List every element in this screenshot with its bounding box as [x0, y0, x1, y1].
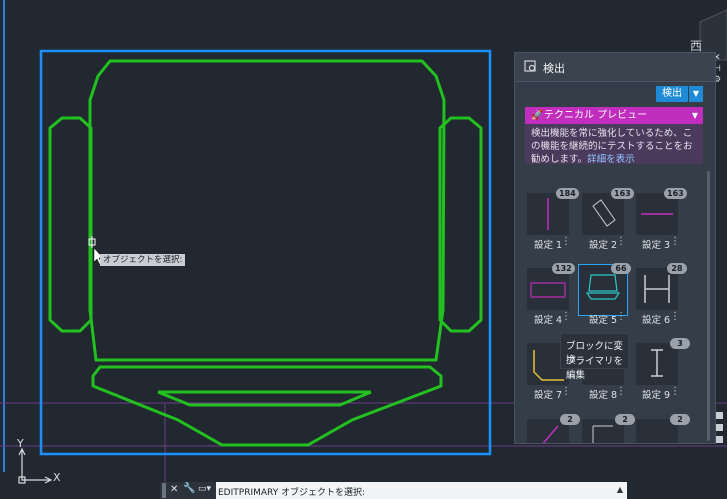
- ucs-y-label: Y: [17, 437, 24, 450]
- set-label-9: 設定 9: [642, 390, 671, 401]
- command-line-controls: ✕ 🔧 ▭▾: [160, 482, 216, 499]
- set-count-badge-1: 184: [556, 188, 579, 199]
- set-preview-3: [641, 213, 673, 215]
- technical-preview-title: テクニカル プレビュー: [544, 110, 648, 121]
- command-history-icon[interactable]: ▭▾: [198, 484, 211, 494]
- set-count-badge-11: 2: [615, 414, 635, 425]
- set-more-icon-7[interactable]: ⋮: [561, 386, 571, 397]
- palette-header: 検出: [515, 53, 715, 82]
- set-label-8: 設定 8: [589, 390, 618, 401]
- set-count-badge-2: 163: [611, 188, 634, 199]
- set-preview-9: [651, 349, 663, 377]
- set-label-2: 設定 2: [589, 240, 618, 251]
- detect-dropdown-chevron-icon[interactable]: ▼: [689, 86, 703, 102]
- set-count-badge-5: 66: [611, 263, 631, 274]
- set-more-icon-8[interactable]: ⋮: [616, 386, 626, 397]
- set-label-6: 設定 6: [642, 315, 671, 326]
- set-more-icon-4[interactable]: ⋮: [561, 311, 571, 322]
- set-count-badge-9: 3: [670, 338, 690, 349]
- chevron-down-icon[interactable]: ▼: [692, 107, 698, 124]
- chair-seat-outline[interactable]: [88, 59, 446, 362]
- set-count-badge-3: 163: [664, 188, 687, 199]
- set-more-icon-5[interactable]: ⋮: [616, 311, 626, 322]
- command-line-grip-icon[interactable]: [162, 483, 166, 498]
- set-more-icon-9[interactable]: ⋮: [670, 386, 680, 397]
- set-label-5: 設定 5: [589, 315, 618, 326]
- set-label-7: 設定 7: [534, 390, 563, 401]
- cursor-tooltip: オブジェクトを選択:: [100, 254, 186, 266]
- technical-preview-bar[interactable]: 🚀 テクニカル プレビュー ▼: [525, 107, 703, 124]
- set-thumbnail-1[interactable]: [527, 193, 569, 235]
- chair-geometry[interactable]: [48, 59, 483, 447]
- right-edge-tools: [716, 412, 723, 443]
- rocket-icon: 🚀: [531, 110, 544, 121]
- set-count-badge-10: 2: [560, 414, 580, 425]
- set-count-badge-4: 132: [552, 263, 575, 274]
- set-label-3: 設定 3: [642, 240, 671, 251]
- set-context-menu: ブロックに変換 プライマリを編集: [560, 333, 629, 381]
- command-line[interactable]: ✕ 🔧 ▭▾ EDITPRIMARY オブジェクトを選択: ▲: [160, 482, 627, 499]
- set-thumbnail-4[interactable]: [527, 268, 569, 310]
- set-count-badge-12: 2: [670, 414, 690, 425]
- palette-scrollbar[interactable]: [707, 171, 710, 441]
- set-more-icon-1[interactable]: ⋮: [561, 236, 571, 247]
- edit-primary-menu-item[interactable]: プライマリを編集: [566, 353, 628, 381]
- chair-left-armrest[interactable]: [48, 116, 93, 333]
- ucs-x-label: X: [53, 471, 61, 484]
- set-count-badge-6: 28: [667, 263, 687, 274]
- palette-title: 検出: [543, 62, 565, 75]
- set-thumbnail-9[interactable]: [636, 343, 678, 385]
- chair-right-armrest[interactable]: [438, 116, 483, 333]
- set-more-icon-2[interactable]: ⋮: [616, 236, 626, 247]
- set-preview-4: [530, 282, 566, 298]
- wrench-icon[interactable]: 🔧: [183, 483, 195, 494]
- set-preview-2: [592, 199, 616, 227]
- technical-preview-body: 検出機能を常に強化しているため、この機能を継続的にテストすることをお勧めします。…: [525, 124, 703, 165]
- learn-more-link[interactable]: 詳細を表示: [587, 154, 635, 165]
- set-thumbnail-2[interactable]: [582, 193, 624, 235]
- set-thumbnail-3[interactable]: [636, 193, 678, 235]
- detect-button[interactable]: 検出: [656, 86, 688, 102]
- detect-palette: 検出 検出 ▼ 🚀 テクニカル プレビュー ▼ 検出機能を常に強化しているため、…: [514, 52, 716, 444]
- command-line-text[interactable]: EDITPRIMARY オブジェクトを選択:: [218, 485, 365, 498]
- command-line-dropdown-icon[interactable]: ▲: [617, 485, 623, 494]
- set-more-icon-6[interactable]: ⋮: [670, 311, 680, 322]
- set-label-4: 設定 4: [534, 315, 563, 326]
- set-thumbnail-6[interactable]: [636, 268, 678, 310]
- set-preview-6: [644, 275, 670, 303]
- close-icon[interactable]: ✕: [170, 484, 178, 495]
- set-preview-1: [547, 198, 549, 230]
- set-more-icon-3[interactable]: ⋮: [670, 236, 680, 247]
- detect-icon: [524, 60, 536, 72]
- set-label-1: 設定 1: [534, 240, 563, 251]
